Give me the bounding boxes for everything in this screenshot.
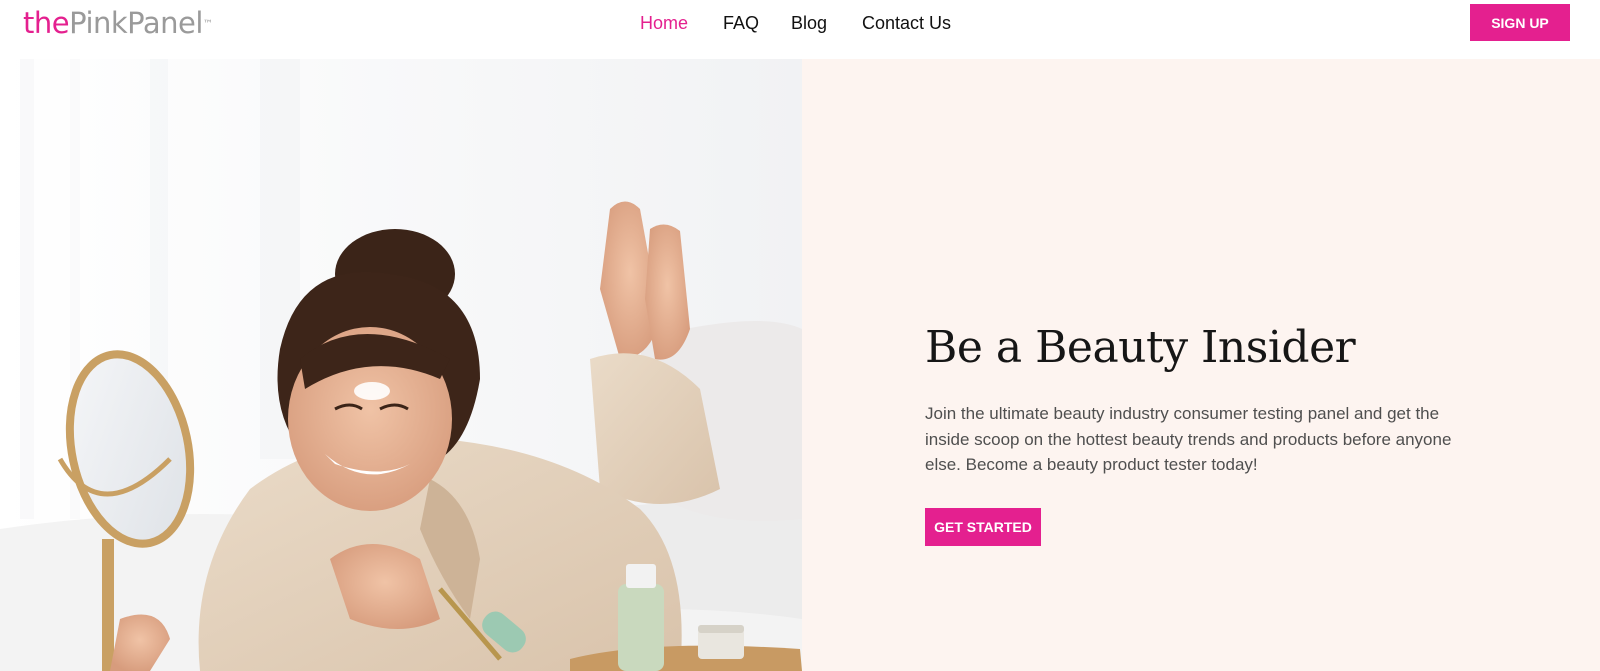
sign-up-button[interactable]: SIGN UP [1470,4,1570,41]
nav-link-contact-us[interactable]: Contact Us [862,10,951,36]
nav-link-home[interactable]: Home [640,10,688,36]
main-nav: Home FAQ Blog Contact Us [0,10,1600,36]
nav-link-faq[interactable]: FAQ [723,10,759,36]
hero-content: Be a Beauty Insider Join the ultimate be… [802,59,1600,671]
nav-link-blog[interactable]: Blog [791,10,827,36]
hero-image [0,59,802,671]
hero-photo [0,59,802,671]
hero-title: Be a Beauty Insider [925,322,1356,373]
get-started-button[interactable]: GET STARTED [925,508,1041,546]
hero-description: Join the ultimate beauty industry consum… [925,404,1452,474]
site-header: thePinkPanel™ Home FAQ Blog Contact Us S… [0,0,1600,59]
